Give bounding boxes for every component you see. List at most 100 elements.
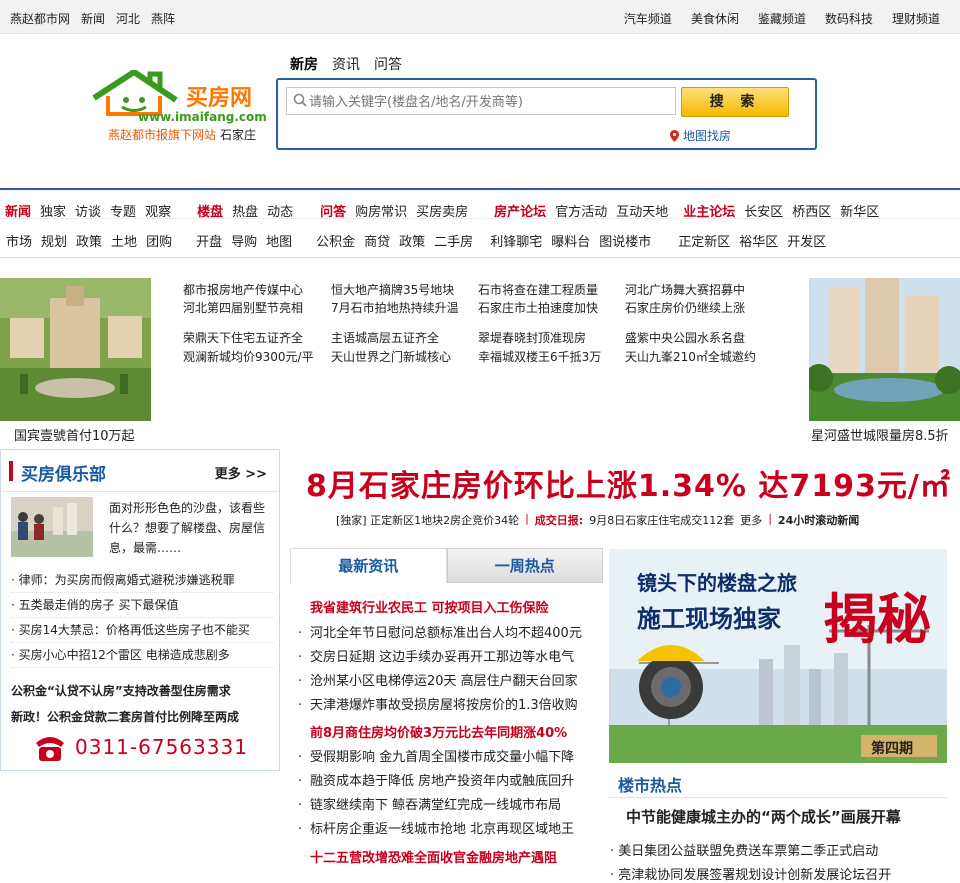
news-item[interactable]: · 受假期影响 金九首周全国楼市成交量小幅下降 — [298, 746, 574, 765]
headline-link[interactable]: 7月石市拍地热持续升温 — [331, 298, 459, 318]
rolling-news-link[interactable]: 24小时滚动新闻 — [778, 512, 859, 528]
promo-banner[interactable]: 镜头下的楼盘之旅 施工现场独家 揭秘 第四期 — [609, 549, 947, 763]
nav-forum[interactable]: 房产论坛 — [494, 201, 546, 220]
top-link-finance[interactable]: 理财频道 — [892, 10, 940, 27]
search-input[interactable] — [309, 91, 669, 113]
tab-latest[interactable]: 最新资讯 — [290, 548, 447, 583]
club-intro[interactable]: 面对形形色色的沙盘，该看些什么？想要了解楼盘、房屋信息，最需…… — [109, 498, 269, 558]
news-item[interactable]: · 标杆房企重返一线城市抢地 北京再现区域地王 — [298, 818, 574, 837]
nav-interact[interactable]: 互动天地 — [616, 201, 668, 220]
nav-loan[interactable]: 商贷 — [364, 231, 390, 250]
nav-secondhand[interactable]: 二手房 — [434, 231, 473, 250]
caption-right[interactable]: 星河盛世城限量房8.5折 — [811, 425, 949, 444]
nav-plan[interactable]: 规划 — [41, 231, 67, 250]
news-item[interactable]: · 交房日延期 这边手续办妥再开工那边等水电气 — [298, 646, 574, 665]
site-logo[interactable]: 买房网 www.imaifang.com 燕赵都市报旗下网站 石家庄 — [90, 70, 280, 150]
nav-guide[interactable]: 导购 — [231, 231, 257, 250]
nav-interview[interactable]: 访谈 — [75, 201, 101, 220]
nav-zhengding[interactable]: 正定新区 — [678, 231, 730, 250]
main-headline[interactable]: 8月石家庄房价环比上涨1.34% 达7193元/㎡ — [306, 461, 951, 505]
project-image-left[interactable] — [0, 278, 151, 421]
caption-left[interactable]: 国宾壹號首付10万起 — [14, 425, 135, 444]
city-label[interactable]: 石家庄 — [220, 126, 256, 143]
nav-market[interactable]: 市场 — [6, 231, 32, 250]
headline-link[interactable]: 天山九峯210㎡全城邀约 — [625, 347, 756, 367]
nav-exclusive[interactable]: 独家 — [40, 201, 66, 220]
nav-buy-sell[interactable]: 买房卖房 — [416, 201, 468, 220]
news-item[interactable]: 十二五营改增恐难全面收官金融房地产遇阻 — [310, 847, 557, 866]
nav-lifeng-chat[interactable]: 利锋聊宅 — [490, 231, 542, 250]
nav-groupbuy[interactable]: 团购 — [146, 231, 172, 250]
top-link-auto[interactable]: 汽车频道 — [624, 10, 672, 27]
news-item[interactable]: 前8月商住房均价破3万元比去年同期涨40% — [310, 722, 567, 741]
nav-observe[interactable]: 观察 — [145, 201, 171, 220]
headline-link[interactable]: 石家庄房价仍继续上涨 — [625, 298, 745, 318]
headline-link[interactable]: 石家庄市土拍速度加快 — [478, 298, 598, 318]
news-item[interactable]: · 融资成本趋于降低 房地产投资年内或触底回升 — [298, 770, 574, 789]
nav-hot[interactable]: 热盘 — [232, 201, 258, 220]
search-tab-qa[interactable]: 问答 — [374, 54, 402, 74]
nav-fund[interactable]: 公积金 — [316, 231, 355, 250]
search-tab-newhome[interactable]: 新房 — [290, 54, 318, 74]
deal-report-link[interactable]: 9月8日石家庄住宅成交112套 — [589, 512, 734, 528]
nav-policy[interactable]: 政策 — [76, 231, 102, 250]
top-link-yanzhen[interactable]: 燕阵 — [151, 10, 175, 27]
market-hot-label[interactable]: 楼市热点 — [618, 772, 682, 796]
news-item[interactable]: · 链家继续南下 鲸吞满堂红完成一线城市布局 — [298, 794, 561, 813]
club-more-link[interactable]: 更多 >> — [215, 463, 267, 482]
nav-map[interactable]: 地图 — [266, 231, 292, 250]
deal-more-link[interactable]: 更多 — [740, 512, 762, 528]
top-link-food[interactable]: 美食休闲 — [691, 10, 739, 27]
top-link-hebei[interactable]: 河北 — [116, 10, 140, 27]
nav-listings[interactable]: 楼盘 — [197, 201, 223, 220]
nav-yuhua[interactable]: 裕华区 — [739, 231, 778, 250]
club-policy-headline[interactable]: 新政！公积金贷款二套房首付比例降至两成 — [11, 708, 239, 725]
hot-headline[interactable]: 中节能健康城主办的“两个成长”画展开幕 — [626, 806, 901, 827]
headline-link[interactable]: 石市将查在建工程质量 — [478, 280, 598, 300]
headline-link[interactable]: 翠堤春晓封顶准现房 — [478, 328, 586, 348]
exclusive-link[interactable]: [独家] 正定新区1地块2房企竞价34轮 — [336, 512, 519, 528]
map-search-link[interactable]: 地图找房 — [670, 127, 731, 144]
nav-devzone[interactable]: 开发区 — [787, 231, 826, 250]
list-item[interactable]: · 买房14大禁忌：价格再低这些房子也不能买 — [11, 618, 273, 643]
nav-land[interactable]: 土地 — [111, 231, 137, 250]
headline-link[interactable]: 观澜新城均价9300元/平 — [183, 347, 314, 367]
headline-link[interactable]: 河北第四届别墅节亮相 — [183, 298, 303, 318]
list-item[interactable]: · 买房小心中招12个雷区 电梯造成悲剧多 — [11, 643, 273, 668]
nav-events[interactable]: 官方活动 — [555, 201, 607, 220]
hot-item[interactable]: · 美日集团公益联盟免费送车票第二季正式启动 — [610, 840, 878, 859]
club-thumbnail[interactable] — [11, 497, 93, 557]
club-fund-headline[interactable]: 公积金“认贷不认房”支持改善型住房需求 — [11, 682, 231, 699]
nav-xinhua[interactable]: 新华区 — [840, 201, 879, 220]
headline-link[interactable]: 河北广场舞大赛招募中 — [625, 280, 745, 300]
nav-picture-market[interactable]: 图说楼市 — [599, 231, 651, 250]
headline-link[interactable]: 主语城高层五证齐全 — [331, 328, 439, 348]
club-title[interactable]: 买房俱乐部 — [21, 460, 106, 485]
top-link-digital[interactable]: 数码科技 — [825, 10, 873, 27]
nav-qiaoxi[interactable]: 桥西区 — [792, 201, 831, 220]
nav-policy-2[interactable]: 政策 — [399, 231, 425, 250]
project-image-right[interactable] — [809, 278, 960, 421]
news-item[interactable]: · 沧州某小区电梯停运20天 高层住户翻天台回家 — [298, 670, 578, 689]
headline-link[interactable]: 恒大地产摘牌35号地块 — [331, 280, 454, 300]
top-link-news[interactable]: 新闻 — [81, 10, 105, 27]
nav-news[interactable]: 新闻 — [5, 201, 31, 220]
top-link-collect[interactable]: 鉴藏频道 — [758, 10, 806, 27]
nav-dynamic[interactable]: 动态 — [267, 201, 293, 220]
headline-link[interactable]: 盛紫中央公园水系名盘 — [625, 328, 745, 348]
hot-item[interactable]: · 亮津栽协同发展签署规划设计创新发展论坛召开 — [610, 864, 891, 883]
list-item[interactable]: · 律师：为买房而假离婚式避税涉嫌逃税罪 — [11, 568, 273, 593]
nav-opening[interactable]: 开盘 — [196, 231, 222, 250]
nav-changan[interactable]: 长安区 — [744, 201, 783, 220]
news-item[interactable]: · 河北全年节日慰问总额标准出台人均不超400元 — [298, 622, 582, 641]
top-link-site[interactable]: 燕赵都市网 — [10, 10, 70, 27]
nav-owner-forum[interactable]: 业主论坛 — [683, 201, 735, 220]
news-item[interactable]: · 天津港爆炸事故受损房屋将按房价的1.3倍收购 — [298, 694, 578, 713]
nav-buy-tips[interactable]: 购房常识 — [355, 201, 407, 220]
search-button[interactable]: 搜 索 — [681, 87, 789, 117]
headline-link[interactable]: 幸福城双楼王6千抵3万 — [478, 347, 601, 367]
news-item[interactable]: 我省建筑行业农民工 可按项目入工伤保险 — [310, 597, 549, 616]
nav-topic[interactable]: 专题 — [110, 201, 136, 220]
search-tab-news[interactable]: 资讯 — [332, 54, 360, 74]
headline-link[interactable]: 荣鼎天下住宅五证齐全 — [183, 328, 303, 348]
